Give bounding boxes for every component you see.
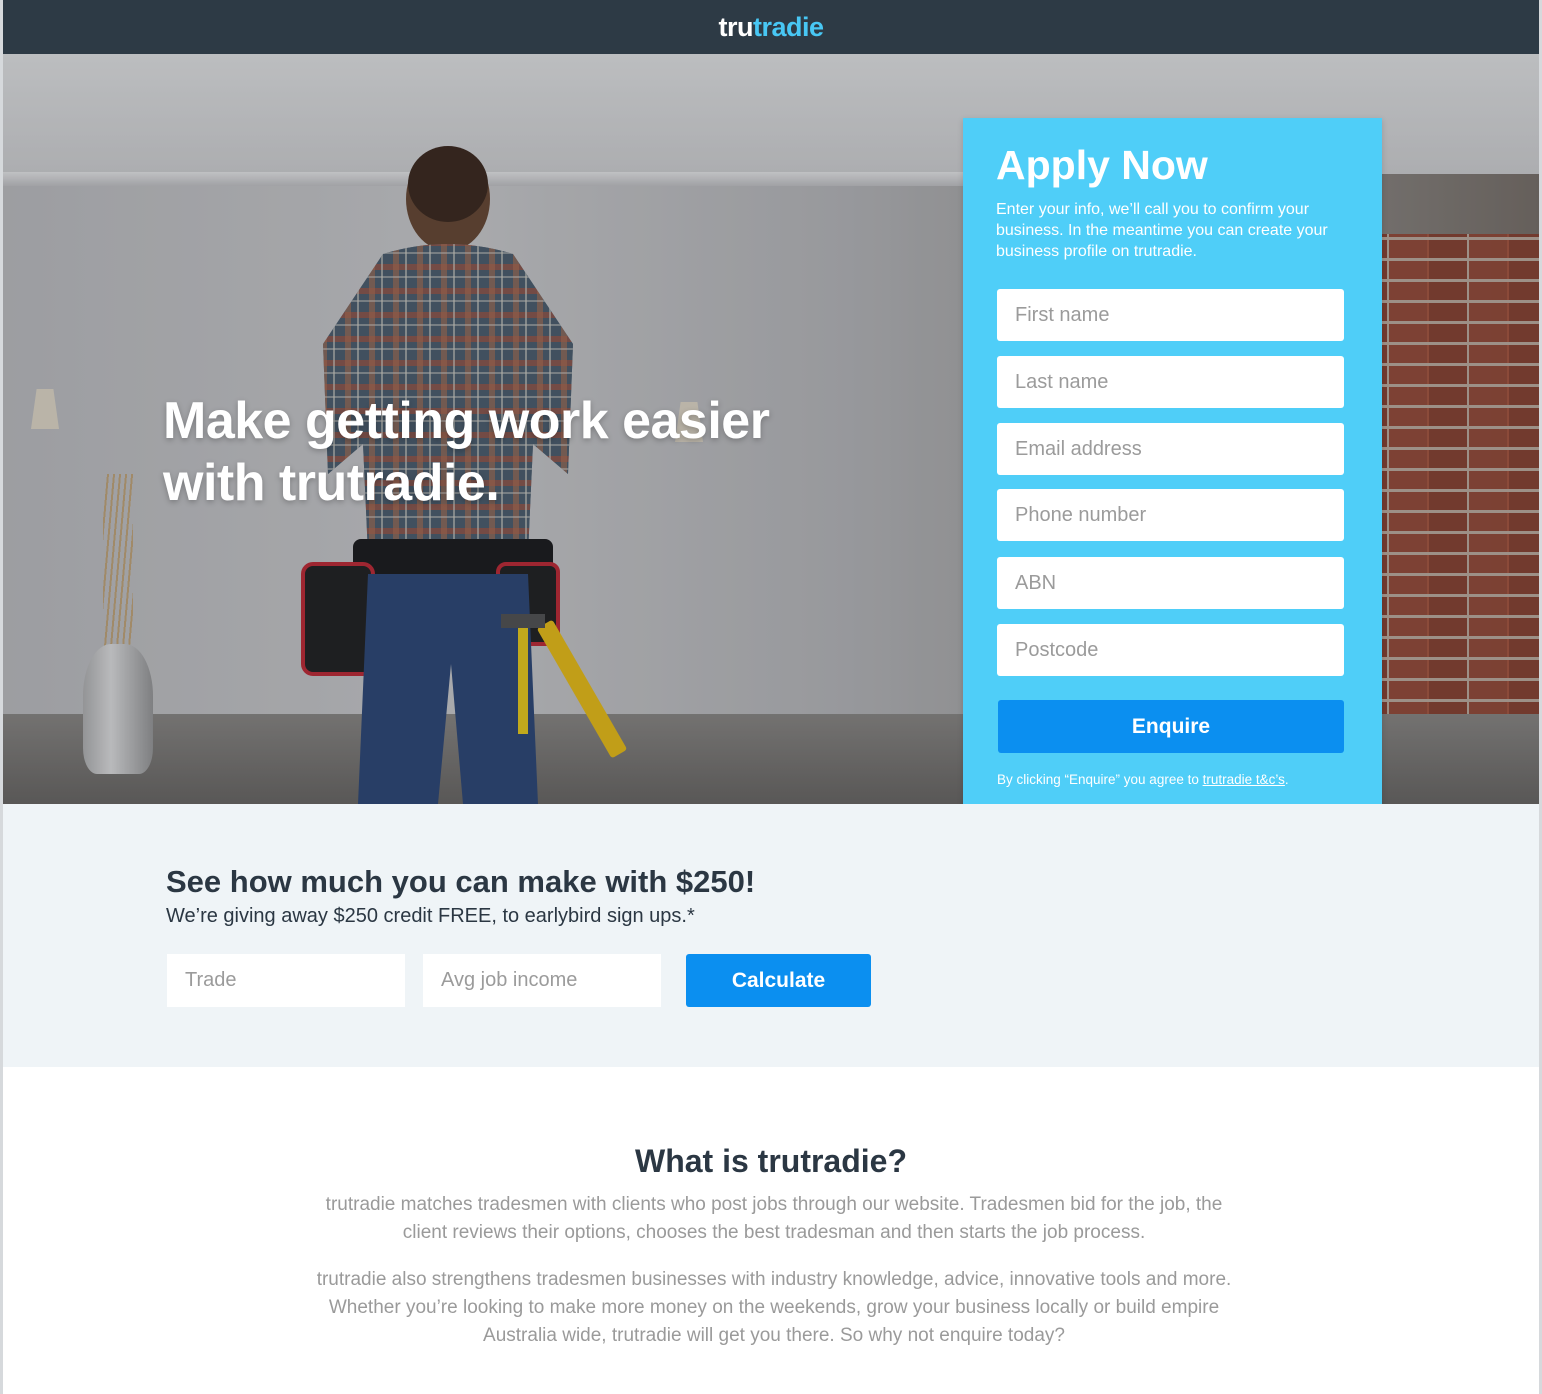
hero-headline: Make getting work easier with trutradie.	[163, 392, 770, 512]
about-paragraph-1: trutradie matches tradesmen with clients…	[325, 1194, 1223, 1243]
apply-form-subtitle: Enter your info, we’ll call you to confi…	[996, 201, 1328, 260]
trade-input[interactable]	[167, 954, 405, 1007]
terms-prefix: By clicking “Enquire” you agree to	[997, 772, 1203, 787]
about-section: What is trutradie? trutradie matches tra…	[3, 1067, 1539, 1394]
logo-text-tru: tru	[718, 11, 753, 42]
phone-field[interactable]	[997, 489, 1344, 541]
email-field[interactable]	[997, 423, 1344, 475]
terms-link[interactable]: trutradie t&c’s	[1203, 772, 1285, 787]
calculator-subtitle: We’re giving away $250 credit FREE, to e…	[166, 905, 695, 927]
enquire-button[interactable]: Enquire	[998, 700, 1344, 753]
calculator-title: See how much you can make with $250!	[166, 864, 756, 899]
page: trutradie Make getting work easier with …	[0, 0, 1542, 1394]
calculate-button[interactable]: Calculate	[686, 954, 871, 1007]
first-name-field[interactable]	[997, 289, 1344, 341]
apply-form-card: Apply Now Enter your info, we’ll call yo…	[963, 118, 1382, 820]
avg-job-income-input[interactable]	[423, 954, 661, 1007]
postcode-field[interactable]	[997, 624, 1344, 676]
terms-suffix: .	[1284, 772, 1289, 787]
last-name-field[interactable]	[997, 356, 1344, 408]
trutradie-logo[interactable]: trutradie	[718, 11, 824, 43]
apply-form-title: Apply Now	[996, 142, 1208, 188]
calculator-section: See how much you can make with $250! We’…	[3, 804, 1539, 1067]
abn-field[interactable]	[997, 557, 1344, 609]
about-paragraph-2: trutradie also strengthens tradesmen bus…	[316, 1269, 1232, 1346]
logo-text-tradie: tradie	[752, 11, 824, 42]
terms-notice: By clicking “Enquire” you agree to trutr…	[997, 772, 1357, 787]
top-bar: trutradie	[3, 0, 1539, 54]
about-title: What is trutradie?	[634, 1143, 907, 1179]
